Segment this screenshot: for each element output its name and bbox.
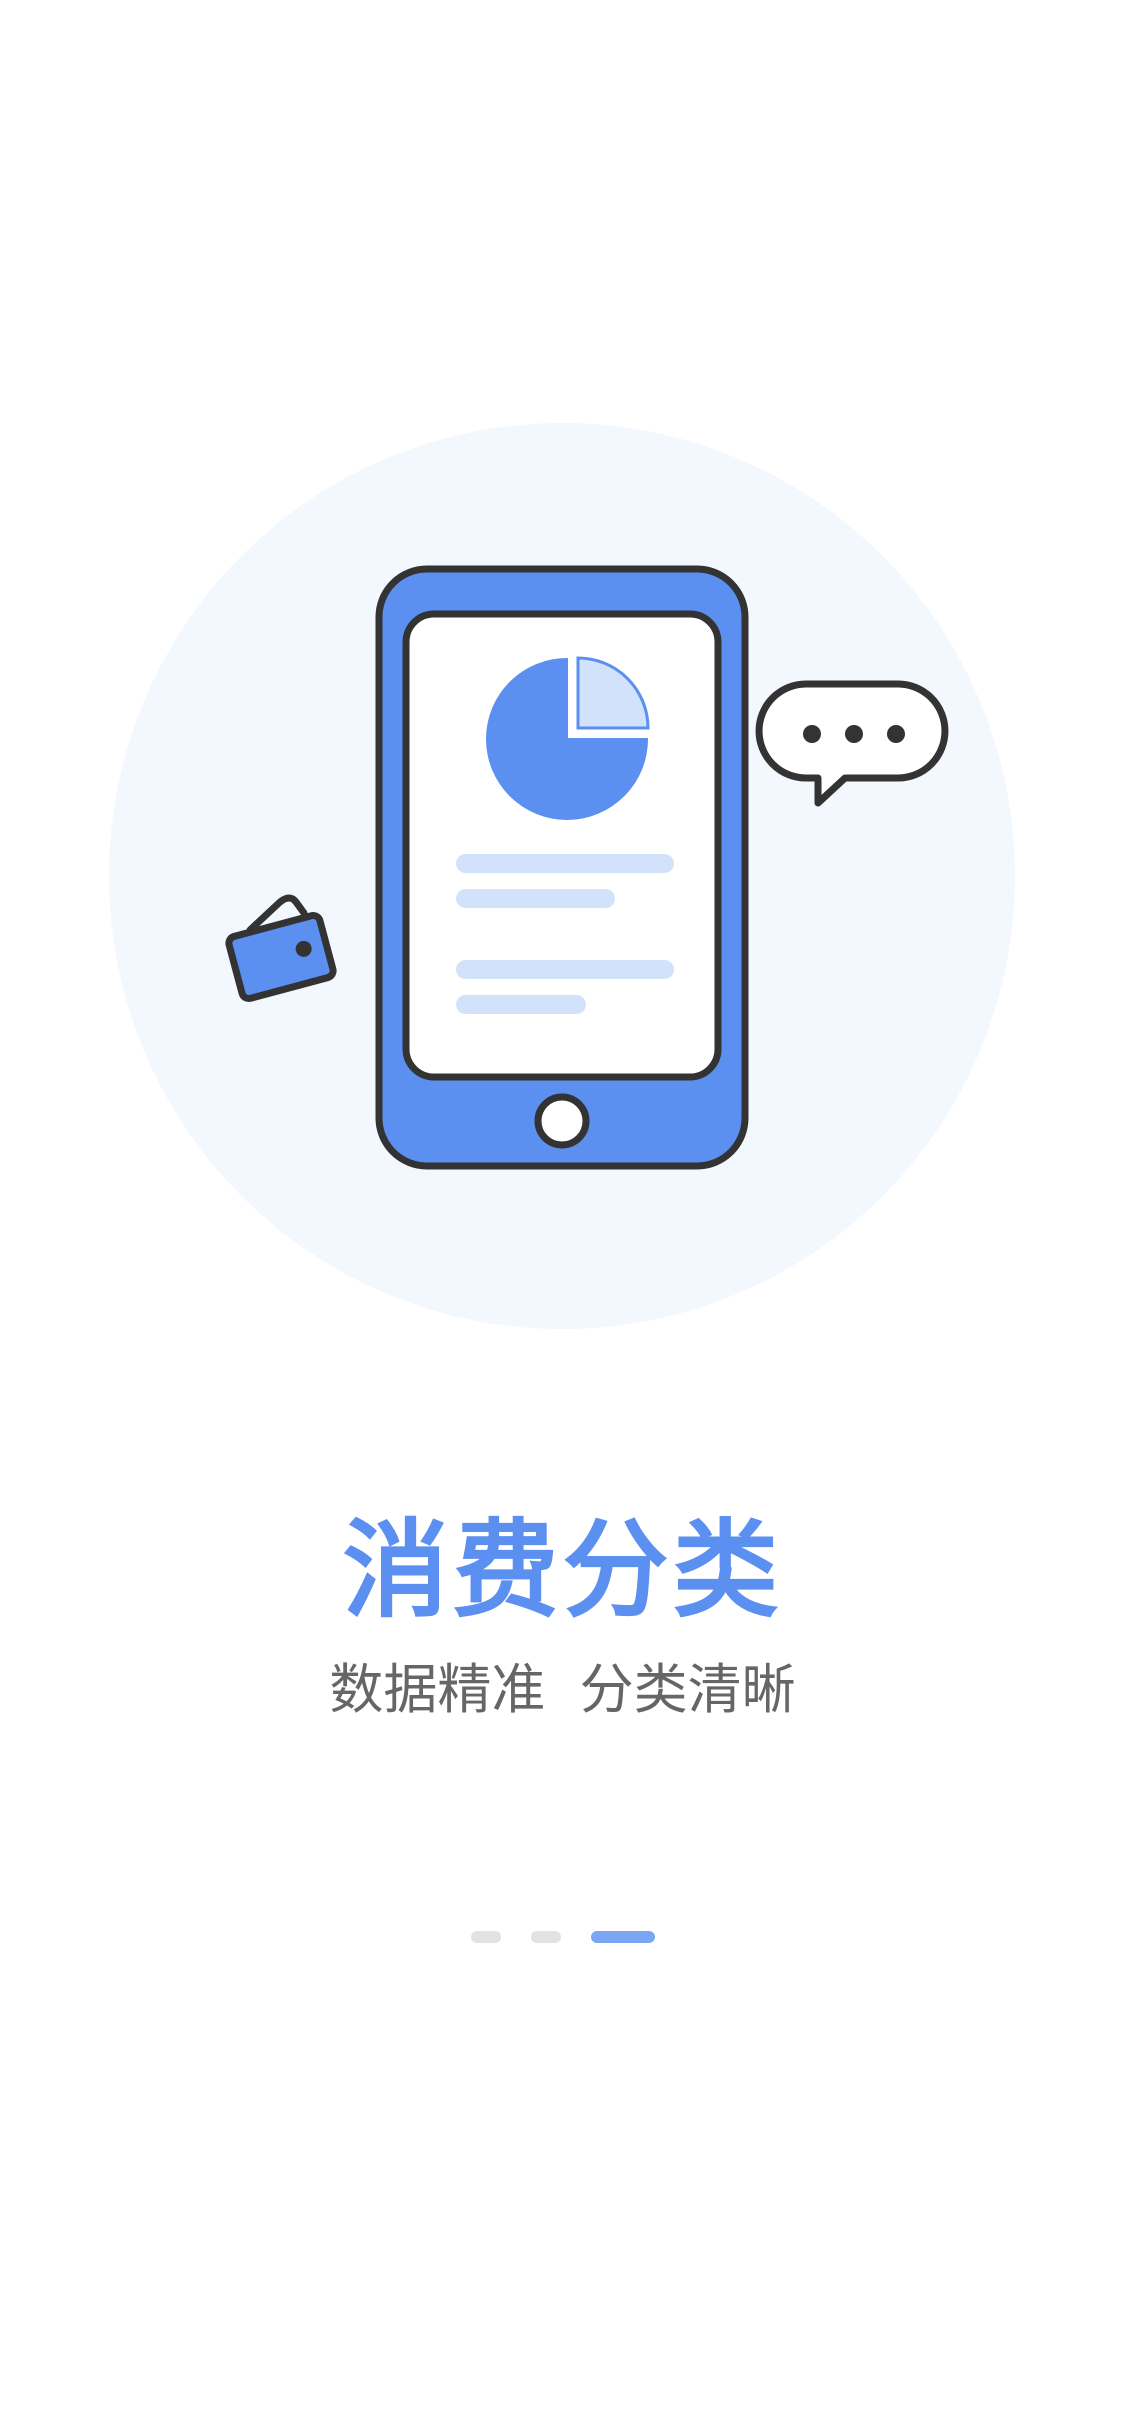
page-dot-3[interactable] <box>590 1931 655 1943</box>
onboarding-illustration <box>109 423 1015 1329</box>
home-button <box>534 1093 590 1149</box>
phone-icon <box>375 565 749 1170</box>
page-dot-2[interactable] <box>530 1931 561 1943</box>
page-indicator <box>0 1930 1125 1944</box>
onboarding-title: 消费分类 <box>342 1507 783 1632</box>
page-dot-1[interactable] <box>470 1931 501 1943</box>
onboarding-subtitle: 数据精准 分类清晰 <box>329 1658 796 1721</box>
pie-chart-icon <box>486 656 650 820</box>
